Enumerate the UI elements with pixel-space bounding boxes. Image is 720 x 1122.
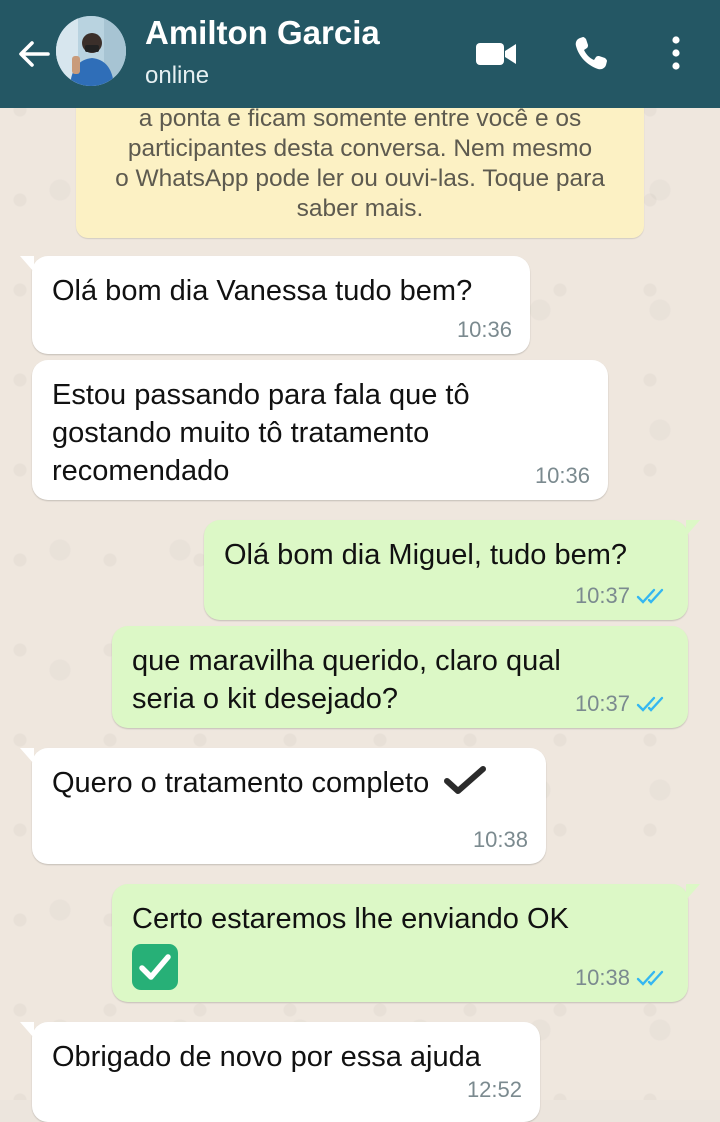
message-text: recomendado [52, 455, 230, 487]
message-time: 10:37 [575, 584, 670, 608]
video-call-icon[interactable] [474, 34, 518, 74]
contact-photo [56, 16, 126, 86]
message-bubble-outgoing[interactable]: Certo estaremos lhe enviando OK 10:38 [112, 884, 700, 1002]
message-time: 10:37 [575, 692, 670, 716]
message-text: gostando muito tô tratamento [52, 417, 430, 449]
phone-call-icon[interactable] [570, 34, 614, 74]
bubble-tail [686, 884, 700, 900]
message-text: Certo estaremos lhe enviando OK [132, 903, 569, 935]
contact-name[interactable]: Amilton Garcia [145, 14, 380, 52]
message-text: que maravilha querido, claro qual [132, 645, 561, 677]
read-receipt-icon [636, 696, 664, 712]
message-time: 12:52 [466, 1077, 522, 1102]
bubble-tail [686, 520, 700, 536]
notice-line: a ponta e ficam somente entre você e os [138, 105, 582, 132]
message-text: Obrigado de novo por essa ajuda [52, 1041, 481, 1073]
avatar[interactable] [56, 16, 126, 86]
more-options-icon[interactable] [654, 34, 698, 74]
message-bubble-incoming[interactable]: Estou passando para fala que tô gostando… [32, 360, 608, 500]
read-receipt-icon [636, 588, 664, 604]
message-bubble-outgoing[interactable]: Olá bom dia Miguel, tudo bem? 10:37 [204, 520, 700, 620]
back-arrow-icon[interactable] [14, 34, 54, 74]
notice-line: o WhatsApp pode ler ou ouvi-las. Toque p… [115, 165, 605, 192]
bubble-tail [20, 256, 34, 272]
message-time: 10:38 [472, 827, 528, 852]
message-bubble-incoming[interactable]: Olá bom dia Vanessa tudo bem? 10:36 [20, 256, 530, 354]
chat-header: Amilton Garcia online [0, 0, 720, 108]
message-text: Quero o tratamento completo [52, 767, 430, 799]
message-bubble-incoming[interactable]: Quero o tratamento completo 10:38 [20, 748, 546, 864]
notice-line: participantes desta conversa. Nem mesmo [127, 135, 593, 162]
white-check-mark-button-icon [132, 944, 178, 990]
message-text: Estou passando para fala que tô [52, 379, 470, 411]
message-text: Olá bom dia Vanessa tudo bem? [52, 275, 473, 307]
notice-line: saber mais. [296, 195, 424, 222]
message-bubble-incoming[interactable]: Obrigado de novo por essa ajuda 12:52 [20, 1022, 540, 1122]
message-time: 10:38 [575, 966, 670, 990]
message-bubble-outgoing[interactable]: que maravilha querido, claro qual seria … [112, 626, 688, 728]
heavy-check-mark-icon [444, 766, 487, 794]
contact-status: online [145, 62, 210, 89]
message-time: 10:36 [456, 317, 512, 342]
bubble-tail [20, 748, 34, 764]
message-text: Olá bom dia Miguel, tudo bem? [224, 539, 627, 571]
bubble-tail [20, 1022, 34, 1038]
read-receipt-icon [636, 970, 664, 986]
message-time: 10:36 [534, 463, 590, 488]
